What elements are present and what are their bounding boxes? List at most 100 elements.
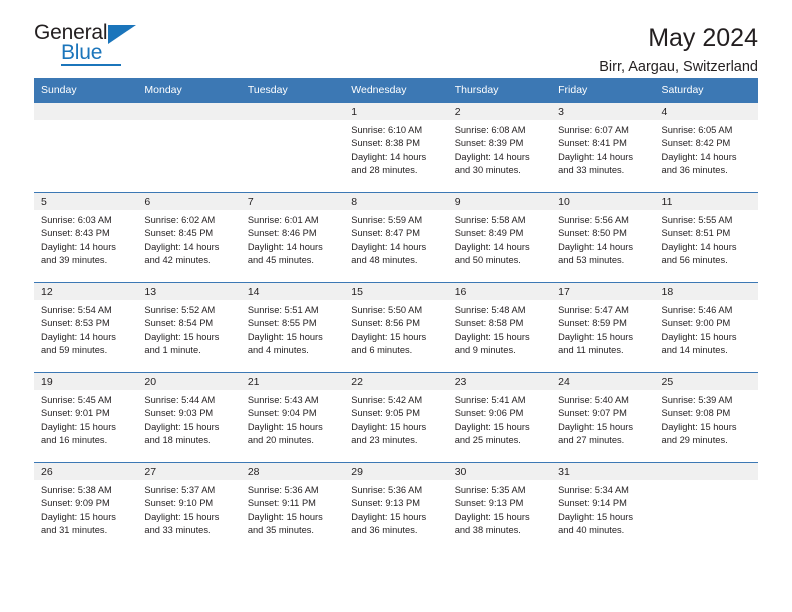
calendar-day-cell[interactable]: 11 Sunrise: 5:55 AM Sunset: 8:51 PM Dayligh… (654, 193, 758, 282)
logo-underline (61, 64, 121, 66)
calendar-day-cell[interactable]: 20 Sunrise: 5:44 AM Sunset: 9:03 PM Dayligh… (137, 373, 241, 462)
calendar-day-cell[interactable]: 16 Sunrise: 5:48 AM Sunset: 8:58 PM Dayligh… (447, 283, 552, 372)
daylight-duration-line2: and 48 minutes. (351, 255, 418, 266)
day-number (34, 103, 138, 120)
sunrise-time: Sunrise: 5:54 AM (41, 305, 112, 315)
calendar-day-cell-empty (34, 103, 138, 192)
sunset-time: Sunset: 9:10 PM (144, 498, 214, 509)
calendar-day-cell[interactable]: 9 Sunrise: 5:58 AM Sunset: 8:49 PM Daylight… (447, 193, 552, 282)
sunrise-time: Sunrise: 5:34 AM (558, 485, 629, 495)
daylight-duration-line2: and 11 minutes. (558, 345, 624, 356)
calendar-day-cell[interactable]: 14 Sunrise: 5:51 AM Sunset: 8:55 PM Dayligh… (240, 283, 345, 372)
daylight-duration-line2: and 33 minutes. (558, 165, 625, 176)
calendar-day-cell[interactable]: 13 Sunrise: 5:52 AM Sunset: 8:54 PM Dayligh… (137, 283, 241, 372)
sunrise-time: Sunrise: 5:48 AM (454, 305, 526, 315)
day-number: 31 (551, 463, 655, 480)
calendar-day-cell[interactable]: 25 Sunrise: 5:39 AM Sunset: 9:08 PM Dayligh… (654, 373, 758, 462)
day-number: 11 (654, 193, 758, 210)
sunset-time: Sunset: 8:46 PM (247, 228, 317, 239)
day-number: 27 (137, 463, 241, 480)
sunrise-time: Sunrise: 6:02 AM (144, 215, 216, 225)
sunset-time: Sunset: 8:59 PM (558, 318, 627, 329)
calendar-day-cell[interactable]: 4 Sunrise: 6:05 AM Sunset: 8:42 PM Daylight… (654, 103, 758, 192)
calendar-day-cell[interactable]: 7 Sunrise: 6:01 AM Sunset: 8:46 PM Daylight… (240, 193, 345, 282)
daylight-duration-line1: Daylight: 15 hours (454, 331, 530, 342)
day-number: 4 (654, 103, 758, 120)
sunset-time: Sunset: 9:06 PM (454, 408, 524, 419)
calendar-day-cell[interactable]: 27 Sunrise: 5:37 AM Sunset: 9:10 PM Dayligh… (137, 463, 241, 552)
sunset-time: Sunset: 9:05 PM (351, 408, 420, 419)
calendar-day-cell[interactable]: 15 Sunrise: 5:50 AM Sunset: 8:56 PM Dayligh… (344, 283, 448, 372)
calendar-day-cell[interactable]: 28 Sunrise: 5:36 AM Sunset: 9:11 PM Dayligh… (240, 463, 345, 552)
calendar-day-cell[interactable]: 22 Sunrise: 5:42 AM Sunset: 9:05 PM Dayligh… (344, 373, 448, 462)
calendar-day-cell[interactable]: 30 Sunrise: 5:35 AM Sunset: 9:13 PM Dayligh… (447, 463, 552, 552)
weekday-header-friday: Friday (551, 78, 655, 103)
day-details: Sunrise: 5:55 AM Sunset: 8:51 PM Daylight:… (655, 210, 758, 268)
day-details: Sunrise: 5:50 AM Sunset: 8:56 PM Daylight:… (344, 300, 447, 358)
daylight-duration-line2: and 35 minutes. (247, 525, 314, 536)
calendar-day-cell[interactable]: 24 Sunrise: 5:40 AM Sunset: 9:07 PM Dayligh… (551, 373, 655, 462)
calendar-day-cell[interactable]: 10 Sunrise: 5:56 AM Sunset: 8:50 PM Dayligh… (551, 193, 655, 282)
day-details: Sunrise: 5:52 AM Sunset: 8:54 PM Daylight:… (137, 300, 240, 358)
sunrise-time: Sunrise: 5:38 AM (41, 485, 112, 495)
sunrise-time: Sunrise: 5:58 AM (454, 215, 526, 225)
calendar-day-cell[interactable]: 23 Sunrise: 5:41 AM Sunset: 9:06 PM Dayligh… (447, 373, 552, 462)
sunset-time: Sunset: 9:03 PM (144, 408, 214, 419)
weekday-header-tuesday: Tuesday (240, 78, 345, 103)
day-number: 30 (447, 463, 552, 480)
day-number: 29 (344, 463, 448, 480)
daylight-duration-line2: and 27 minutes. (558, 435, 625, 446)
sunrise-time: Sunrise: 6:10 AM (351, 125, 423, 135)
general-blue-logo: General Blue (34, 22, 164, 70)
daylight-duration-line1: Daylight: 15 hours (454, 511, 530, 522)
day-number: 5 (34, 193, 138, 210)
daylight-duration-line2: and 40 minutes. (558, 525, 625, 536)
sunset-time: Sunset: 8:42 PM (661, 138, 731, 149)
calendar-day-cell[interactable]: 8 Sunrise: 5:59 AM Sunset: 8:47 PM Daylight… (344, 193, 448, 282)
calendar-day-cell[interactable]: 1 Sunrise: 6:10 AM Sunset: 8:38 PM Daylight… (344, 103, 448, 192)
sunrise-time: Sunrise: 5:46 AM (661, 305, 733, 315)
calendar-day-cell[interactable]: 6 Sunrise: 6:02 AM Sunset: 8:45 PM Daylight… (137, 193, 241, 282)
day-details: Sunrise: 5:48 AM Sunset: 8:58 PM Daylight:… (448, 300, 551, 358)
sunrise-time: Sunrise: 5:47 AM (558, 305, 629, 315)
calendar-day-cell[interactable]: 17 Sunrise: 5:47 AM Sunset: 8:59 PM Dayligh… (551, 283, 655, 372)
calendar-day-cell[interactable]: 21 Sunrise: 5:43 AM Sunset: 9:04 PM Dayligh… (240, 373, 345, 462)
daylight-duration-line2: and 59 minutes. (41, 345, 108, 356)
calendar-day-cell[interactable]: 19 Sunrise: 5:45 AM Sunset: 9:01 PM Dayligh… (34, 373, 138, 462)
sunset-time: Sunset: 9:00 PM (661, 318, 731, 329)
calendar-day-cell[interactable]: 29 Sunrise: 5:36 AM Sunset: 9:13 PM Dayligh… (344, 463, 448, 552)
sunrise-time: Sunrise: 6:07 AM (558, 125, 629, 135)
day-number (654, 463, 758, 480)
sunset-time: Sunset: 8:56 PM (351, 318, 420, 329)
calendar-day-cell[interactable]: 3 Sunrise: 6:07 AM Sunset: 8:41 PM Daylight… (551, 103, 655, 192)
calendar-header-row: Sunday Monday Tuesday Wednesday Thursday… (34, 78, 758, 103)
sunrise-time: Sunrise: 5:35 AM (454, 485, 526, 495)
daylight-duration-line1: Daylight: 15 hours (558, 331, 634, 342)
calendar-day-cell[interactable]: 31 Sunrise: 5:34 AM Sunset: 9:14 PM Dayligh… (551, 463, 655, 552)
day-number: 26 (34, 463, 138, 480)
daylight-duration-line2: and 16 minutes. (41, 435, 108, 446)
daylight-duration-line1: Daylight: 15 hours (351, 511, 427, 522)
sunset-time: Sunset: 8:58 PM (454, 318, 524, 329)
day-details: Sunrise: 6:10 AM Sunset: 8:38 PM Daylight:… (344, 120, 447, 178)
calendar-week-row: 26 Sunrise: 5:38 AM Sunset: 9:09 PM Dayligh… (34, 462, 758, 552)
day-number (240, 103, 345, 120)
calendar-day-cell[interactable]: 5 Sunrise: 6:03 AM Sunset: 8:43 PM Daylight… (34, 193, 138, 282)
day-number: 19 (34, 373, 138, 390)
day-details: Sunrise: 5:46 AM Sunset: 9:00 PM Daylight:… (655, 300, 758, 358)
calendar-day-cell[interactable]: 18 Sunrise: 5:46 AM Sunset: 9:00 PM Dayligh… (654, 283, 758, 372)
calendar-day-cell[interactable]: 2 Sunrise: 6:08 AM Sunset: 8:39 PM Daylight… (447, 103, 552, 192)
sunrise-time: Sunrise: 5:39 AM (661, 395, 733, 405)
day-details: Sunrise: 5:36 AM Sunset: 9:13 PM Daylight:… (344, 480, 447, 538)
sunset-time: Sunset: 8:38 PM (351, 138, 420, 149)
daylight-duration-line1: Daylight: 14 hours (661, 241, 737, 252)
day-number: 10 (551, 193, 655, 210)
daylight-duration-line2: and 36 minutes. (351, 525, 418, 536)
daylight-duration-line1: Daylight: 14 hours (41, 331, 116, 342)
calendar-day-cell[interactable]: 12 Sunrise: 5:54 AM Sunset: 8:53 PM Dayligh… (34, 283, 138, 372)
calendar-day-cell[interactable]: 26 Sunrise: 5:38 AM Sunset: 9:09 PM Dayligh… (34, 463, 138, 552)
day-number: 18 (654, 283, 758, 300)
day-number: 1 (344, 103, 448, 120)
page-title: May 2024 (648, 24, 758, 52)
daylight-duration-line2: and 38 minutes. (454, 525, 521, 536)
